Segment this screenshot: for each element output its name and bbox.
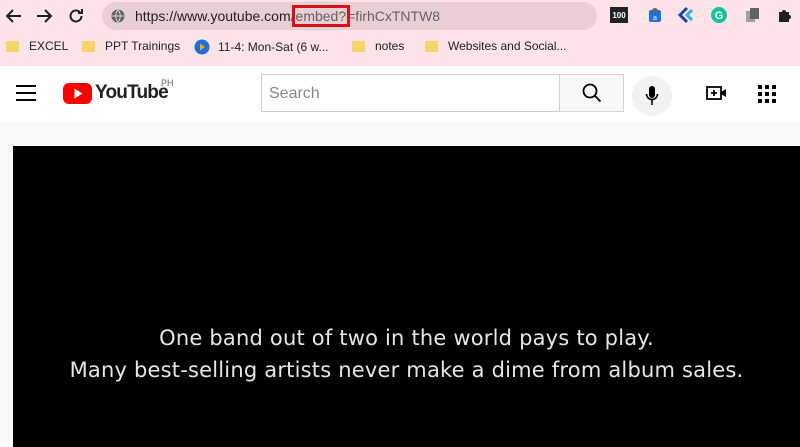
folder-icon bbox=[6, 40, 19, 52]
play-circle-icon bbox=[194, 39, 210, 55]
youtube-logo-text: YouTube bbox=[95, 82, 169, 103]
url-slash: / bbox=[290, 8, 295, 24]
youtube-play-logo-icon bbox=[63, 82, 92, 104]
bookmark-schedule[interactable]: 11-4: Mon-Sat (6 w... bbox=[194, 39, 329, 55]
url-host: https://www.youtube.com bbox=[135, 8, 291, 24]
extension-grammarly-icon[interactable]: G bbox=[710, 6, 728, 24]
bookmark-label: PPT Trainings bbox=[105, 39, 181, 53]
browser-chrome: https://www.youtube.com/embed?=firhCxTNT… bbox=[0, 0, 800, 66]
search-icon bbox=[582, 83, 601, 103]
region-code: PH bbox=[161, 78, 174, 88]
extension-k-icon[interactable] bbox=[677, 6, 695, 24]
bookmark-label: Websites and Social... bbox=[448, 39, 567, 53]
extensions-puzzle-button[interactable] bbox=[776, 6, 794, 24]
menu-button[interactable] bbox=[16, 85, 36, 106]
extension-100-icon[interactable]: 100 bbox=[610, 6, 628, 24]
svg-text:a: a bbox=[653, 15, 657, 22]
back-arrow-icon bbox=[5, 9, 21, 23]
bookmark-excel[interactable]: EXCEL bbox=[6, 39, 68, 53]
apps-button[interactable] bbox=[758, 85, 776, 108]
youtube-header: YouTube PH bbox=[0, 66, 800, 122]
k-logo-icon bbox=[677, 6, 694, 24]
microphone-icon bbox=[645, 86, 659, 105]
bookmark-label: 11-4: Mon-Sat (6 w... bbox=[218, 40, 329, 54]
forward-arrow-icon bbox=[37, 9, 53, 23]
site-info-icon[interactable] bbox=[111, 9, 125, 23]
create-video-button[interactable] bbox=[706, 84, 728, 107]
puzzle-icon bbox=[779, 10, 791, 22]
back-button[interactable] bbox=[2, 4, 26, 28]
address-bar[interactable]: https://www.youtube.com/embed?=firhCxTNT… bbox=[102, 2, 597, 30]
url-text[interactable]: https://www.youtube.com/embed?=firhCxTNT… bbox=[135, 5, 441, 27]
voice-search-button[interactable] bbox=[632, 76, 672, 116]
bookmark-label: notes bbox=[375, 39, 405, 53]
dictionary-icon: a bbox=[649, 8, 661, 22]
folder-icon bbox=[82, 40, 95, 52]
folder-icon bbox=[425, 40, 438, 52]
video-player[interactable]: One band out of two in the world pays to… bbox=[13, 146, 800, 447]
bookmark-websites-social[interactable]: Websites and Social... bbox=[425, 39, 567, 53]
extension-dictionary-icon[interactable]: a bbox=[646, 6, 664, 24]
search-input[interactable] bbox=[262, 75, 551, 113]
reload-button[interactable] bbox=[64, 4, 88, 28]
bookmarks-bar: EXCEL PPT Trainings 11-4: Mon-Sat (6 w..… bbox=[0, 34, 800, 60]
copy-pages-icon bbox=[746, 8, 759, 22]
video-caption-line-1: One band out of two in the world pays to… bbox=[159, 326, 654, 350]
reload-icon bbox=[69, 9, 83, 23]
folder-icon bbox=[352, 40, 365, 52]
hamburger-menu-icon bbox=[16, 85, 36, 101]
bookmark-ppt-trainings[interactable]: PPT Trainings bbox=[82, 39, 180, 53]
extension-copy-icon[interactable] bbox=[744, 6, 762, 24]
video-camera-plus-icon bbox=[706, 86, 726, 100]
search-button[interactable] bbox=[559, 74, 624, 112]
search-box[interactable] bbox=[261, 74, 559, 113]
bookmark-label: EXCEL bbox=[29, 39, 69, 53]
forward-button[interactable] bbox=[32, 4, 56, 28]
svg-text:G: G bbox=[715, 10, 724, 22]
bookmark-notes[interactable]: notes bbox=[352, 39, 404, 53]
url-highlighted-segment: embed? bbox=[291, 5, 351, 27]
youtube-logo[interactable]: YouTube PH bbox=[63, 78, 174, 104]
grammarly-icon: G bbox=[711, 7, 727, 23]
url-rest: =firhCxTNTW8 bbox=[347, 8, 441, 24]
apps-grid-icon bbox=[758, 85, 776, 103]
extension-badge: 100 bbox=[610, 7, 628, 23]
video-caption-line-2: Many best-selling artists never make a d… bbox=[69, 358, 744, 382]
